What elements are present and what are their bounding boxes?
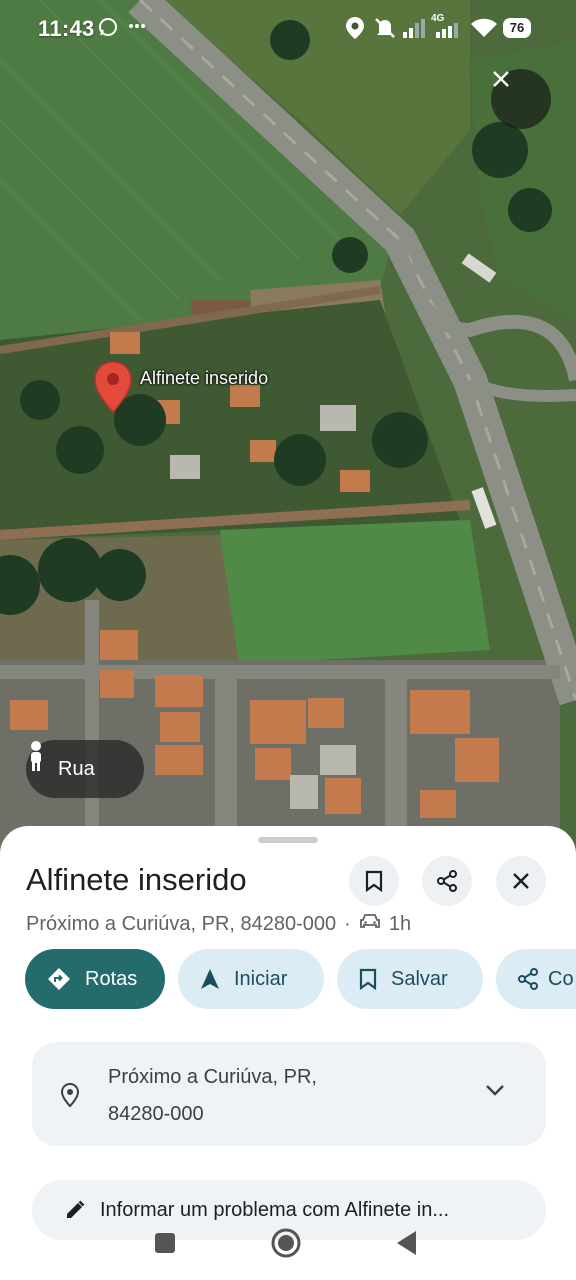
recents-icon [155,1233,175,1253]
system-navigation-bar [0,1212,576,1272]
close-icon [493,71,509,87]
drag-handle[interactable] [258,837,318,843]
map-pin-icon [94,361,132,414]
drive-time: 1h [388,912,412,935]
share-chip-button[interactable]: Co [496,949,576,1009]
satellite-imagery [0,0,576,860]
directions-button[interactable]: Rotas [25,949,165,1009]
save-button[interactable]: Salvar [337,949,483,1009]
home-button[interactable] [271,1228,301,1263]
recents-button[interactable] [154,1232,176,1259]
start-button[interactable]: Iniciar [178,949,324,1009]
satellite-map[interactable]: 11:43 4G 76 Alfinete inserido Rua [0,0,576,860]
start-label: Iniciar [234,967,288,990]
status-bar: 11:43 4G 76 [0,0,576,56]
address-card[interactable]: Próximo a Curiúva, PR, 84280-000 [32,1042,546,1146]
navigation-arrow-icon [200,968,220,990]
directions-label: Rotas [85,967,138,990]
home-icon [271,1228,301,1258]
street-view-label: Rua [58,757,95,780]
share-icon [437,870,457,892]
separator: · [344,912,351,935]
share-chip-label: Co [548,967,574,990]
back-icon [397,1231,416,1255]
chevron-down-icon[interactable] [484,1083,506,1102]
bookmark-icon [365,870,383,892]
close-icon [513,873,529,889]
bookmark-button[interactable] [349,856,399,906]
address-line-1: Próximo a Curiúva, PR, [108,1066,317,1088]
share-icon [516,967,540,991]
place-subtitle: Próximo a Curiúva, PR, 84280-000 · 1h [26,912,411,936]
place-near: Próximo a Curiúva, PR, 84280-000 [26,912,337,935]
directions-icon [47,967,71,991]
location-pin-icon [60,1082,80,1113]
street-view-button[interactable]: Rua [26,740,144,798]
clock: 11:43 [38,16,95,41]
close-map-button[interactable] [491,69,551,129]
close-sheet-button[interactable] [496,856,546,906]
share-button[interactable] [422,856,472,906]
car-icon [359,912,381,936]
address-line-2: 84280-000 [108,1103,204,1125]
back-button[interactable] [396,1230,418,1261]
pin-label: Alfinete inserido [140,368,269,388]
battery-icon: 76 [503,18,531,38]
bookmark-icon [359,968,377,990]
save-label: Salvar [391,967,448,990]
place-title: Alfinete inserido [26,862,247,897]
